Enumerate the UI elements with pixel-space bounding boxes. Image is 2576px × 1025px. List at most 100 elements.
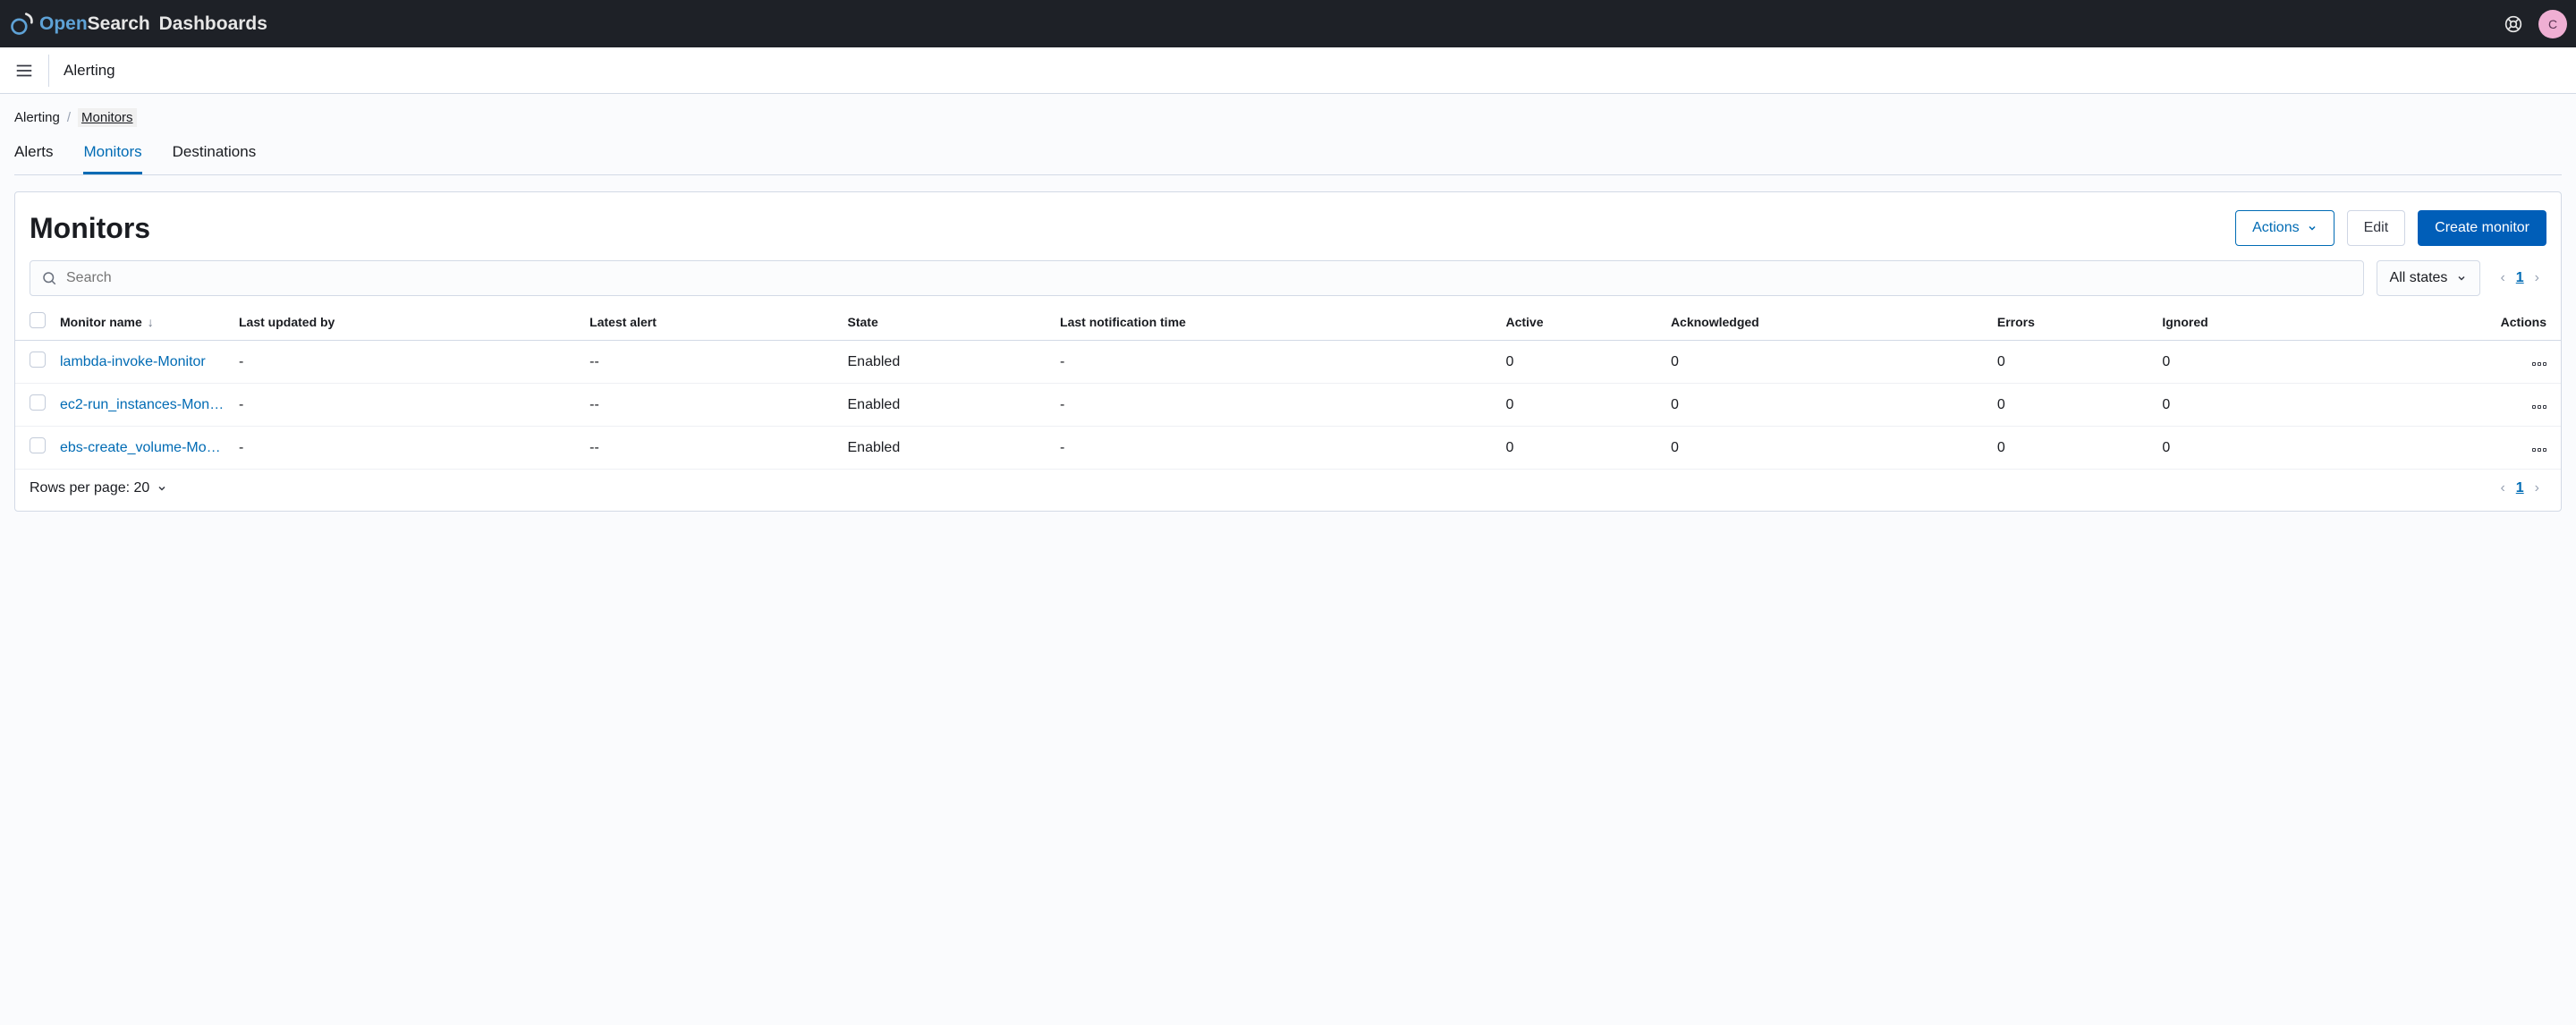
row-checkbox[interactable] bbox=[30, 394, 46, 411]
sub-bar: Alerting bbox=[0, 47, 2576, 94]
app-title: Alerting bbox=[64, 62, 115, 80]
cell-actions bbox=[2346, 384, 2561, 427]
brand-dashboards: Dashboards bbox=[159, 13, 267, 34]
rows-per-page-label: Rows per page: 20 bbox=[30, 480, 149, 496]
avatar[interactable]: C bbox=[2538, 10, 2567, 38]
cell-updated-by: - bbox=[232, 427, 582, 470]
top-right: C bbox=[2504, 10, 2567, 38]
state-filter[interactable]: All states bbox=[2377, 260, 2481, 296]
tab-monitors[interactable]: Monitors bbox=[83, 134, 141, 174]
cell-last-notif: - bbox=[1053, 384, 1498, 427]
col-last-notif[interactable]: Last notification time bbox=[1053, 303, 1498, 341]
col-active[interactable]: Active bbox=[1498, 303, 1663, 341]
chevron-down-icon bbox=[157, 483, 167, 494]
cell-latest-alert: -- bbox=[582, 341, 840, 384]
monitor-name-link[interactable]: ebs-create_volume-Monitor bbox=[53, 427, 232, 470]
cell-ignored: 0 bbox=[2155, 341, 2346, 384]
table-row: ec2-run_instances-Monitor - -- Enabled -… bbox=[15, 384, 2561, 427]
tabs: Alerts Monitors Destinations bbox=[14, 134, 2562, 175]
menu-icon[interactable] bbox=[14, 61, 34, 80]
cell-latest-alert: -- bbox=[582, 384, 840, 427]
cell-ignored: 0 bbox=[2155, 427, 2346, 470]
col-latest-alert[interactable]: Latest alert bbox=[582, 303, 840, 341]
cell-ack: 0 bbox=[1664, 427, 1990, 470]
search-field[interactable] bbox=[30, 260, 2364, 296]
cell-state: Enabled bbox=[841, 341, 1054, 384]
pager-page[interactable]: 1 bbox=[2516, 480, 2524, 496]
controls-row: All states ‹ 1 › bbox=[15, 260, 2561, 303]
breadcrumb-root[interactable]: Alerting bbox=[14, 110, 60, 125]
opensearch-logo-icon bbox=[9, 12, 34, 37]
cell-state: Enabled bbox=[841, 427, 1054, 470]
row-checkbox[interactable] bbox=[30, 352, 46, 368]
monitor-name-link[interactable]: lambda-invoke-Monitor bbox=[53, 341, 232, 384]
col-state[interactable]: State bbox=[841, 303, 1054, 341]
divider bbox=[48, 55, 49, 87]
monitors-panel: Monitors Actions Edit Create monitor bbox=[14, 191, 2562, 512]
cell-actions bbox=[2346, 341, 2561, 384]
table-footer: Rows per page: 20 ‹ 1 › bbox=[15, 470, 2561, 496]
col-checkbox bbox=[15, 303, 53, 341]
panel-actions: Actions Edit Create monitor bbox=[2235, 210, 2546, 246]
monitor-name-link[interactable]: ec2-run_instances-Monitor bbox=[53, 384, 232, 427]
bottom-pager: ‹ 1 › bbox=[2493, 480, 2546, 496]
cell-latest-alert: -- bbox=[582, 427, 840, 470]
brand[interactable]: OpenSearch Dashboards bbox=[9, 12, 267, 37]
row-checkbox[interactable] bbox=[30, 437, 46, 453]
search-icon bbox=[41, 270, 57, 286]
select-all-checkbox[interactable] bbox=[30, 312, 46, 328]
rows-per-page[interactable]: Rows per page: 20 bbox=[30, 480, 167, 496]
cell-errors: 0 bbox=[1990, 427, 2155, 470]
cell-active: 0 bbox=[1498, 341, 1663, 384]
cell-last-notif: - bbox=[1053, 427, 1498, 470]
edit-button-label: Edit bbox=[2364, 220, 2389, 236]
cell-updated-by: - bbox=[232, 384, 582, 427]
cell-errors: 0 bbox=[1990, 341, 2155, 384]
create-button-label: Create monitor bbox=[2435, 220, 2529, 236]
table-row: ebs-create_volume-Monitor - -- Enabled -… bbox=[15, 427, 2561, 470]
brand-open: Open bbox=[39, 13, 88, 34]
cell-last-notif: - bbox=[1053, 341, 1498, 384]
cell-active: 0 bbox=[1498, 384, 1663, 427]
cell-ack: 0 bbox=[1664, 384, 1990, 427]
brand-search: Search bbox=[88, 13, 150, 34]
avatar-letter: C bbox=[2548, 17, 2557, 31]
pager-prev[interactable]: ‹ bbox=[2500, 270, 2504, 286]
col-errors[interactable]: Errors bbox=[1990, 303, 2155, 341]
pager-page[interactable]: 1 bbox=[2516, 270, 2524, 286]
edit-button[interactable]: Edit bbox=[2347, 210, 2406, 246]
actions-button[interactable]: Actions bbox=[2235, 210, 2334, 246]
tab-destinations[interactable]: Destinations bbox=[173, 134, 257, 174]
cell-active: 0 bbox=[1498, 427, 1663, 470]
chevron-down-icon bbox=[2307, 223, 2318, 233]
cell-actions bbox=[2346, 427, 2561, 470]
row-actions-icon[interactable] bbox=[2532, 405, 2546, 409]
top-pager: ‹ 1 › bbox=[2493, 270, 2546, 286]
row-actions-icon[interactable] bbox=[2532, 448, 2546, 452]
col-name[interactable]: Monitor name↓ bbox=[53, 303, 232, 341]
row-actions-icon[interactable] bbox=[2532, 362, 2546, 366]
chevron-down-icon bbox=[2456, 273, 2467, 284]
breadcrumb-current[interactable]: Monitors bbox=[78, 108, 137, 127]
panel-header: Monitors Actions Edit Create monitor bbox=[15, 207, 2561, 260]
col-updated-by[interactable]: Last updated by bbox=[232, 303, 582, 341]
table-row: lambda-invoke-Monitor - -- Enabled - 0 0… bbox=[15, 341, 2561, 384]
state-filter-label: All states bbox=[2390, 270, 2448, 286]
monitors-table: Monitor name↓ Last updated by Latest ale… bbox=[15, 303, 2561, 470]
pager-next[interactable]: › bbox=[2535, 480, 2539, 496]
help-icon[interactable] bbox=[2504, 15, 2522, 33]
col-actions: Actions bbox=[2346, 303, 2561, 341]
cell-ack: 0 bbox=[1664, 341, 1990, 384]
pager-next[interactable]: › bbox=[2535, 270, 2539, 286]
panel-title: Monitors bbox=[30, 212, 150, 245]
create-monitor-button[interactable]: Create monitor bbox=[2418, 210, 2546, 246]
actions-button-label: Actions bbox=[2252, 220, 2299, 236]
breadcrumb: Alerting / Monitors bbox=[14, 108, 2562, 127]
tab-alerts[interactable]: Alerts bbox=[14, 134, 53, 174]
sort-down-icon: ↓ bbox=[148, 315, 154, 329]
search-input[interactable] bbox=[66, 270, 2352, 286]
cell-ignored: 0 bbox=[2155, 384, 2346, 427]
col-ignored[interactable]: Ignored bbox=[2155, 303, 2346, 341]
col-ack[interactable]: Acknowledged bbox=[1664, 303, 1990, 341]
pager-prev[interactable]: ‹ bbox=[2500, 480, 2504, 496]
